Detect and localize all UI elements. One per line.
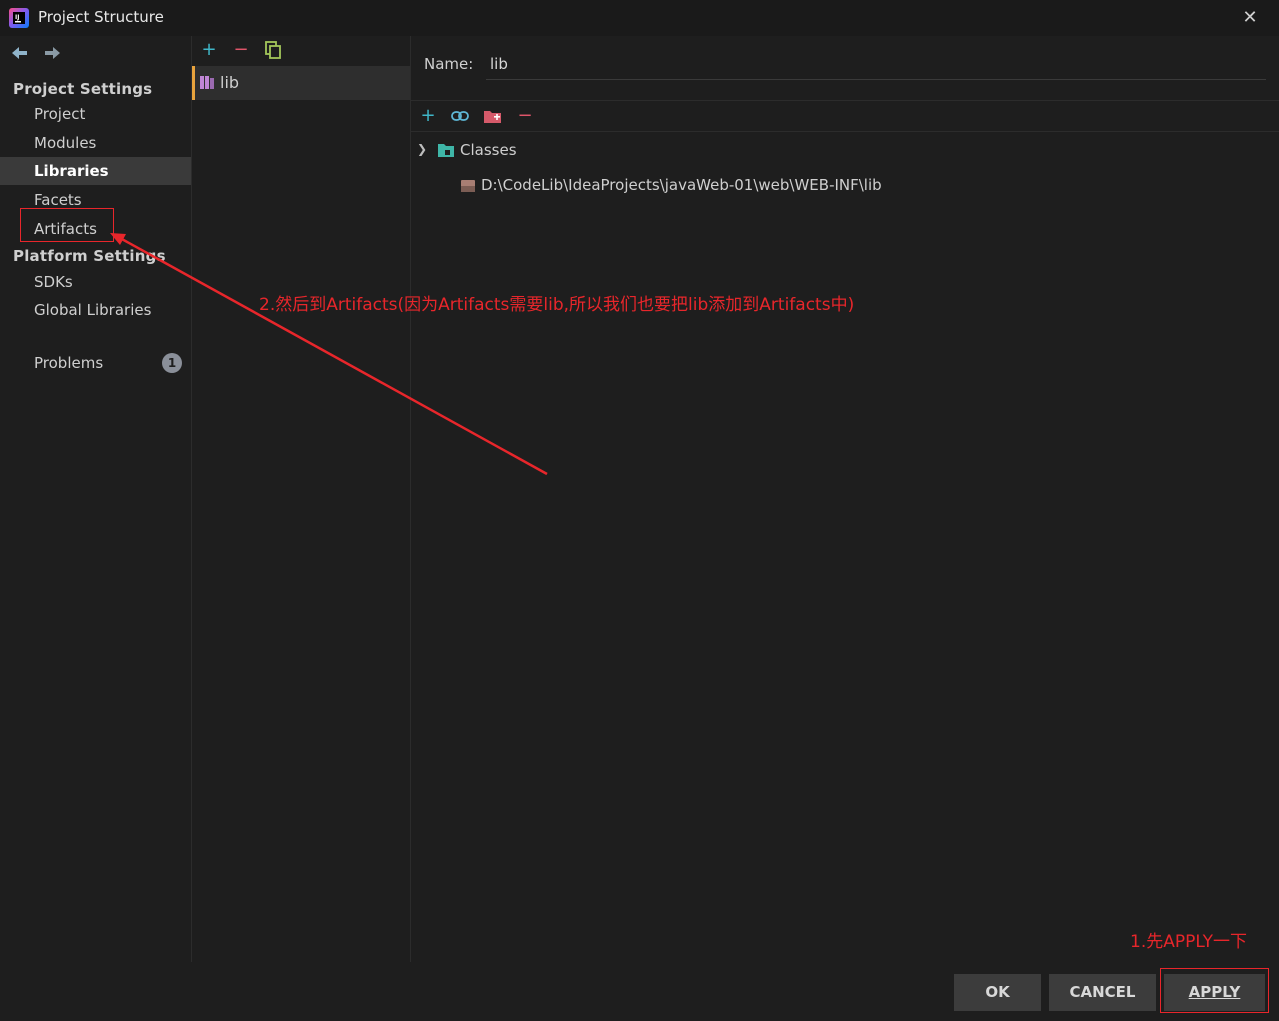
- annotation-step-2: 2.然后到Artifacts(因为Artifacts需要lib,所以我们也要把l…: [259, 295, 855, 315]
- copy-icon[interactable]: [262, 39, 284, 61]
- add-icon[interactable]: +: [198, 39, 220, 61]
- sidebar-item-libraries[interactable]: Libraries: [0, 157, 191, 185]
- chevron-down-icon[interactable]: ❯: [417, 142, 427, 156]
- jar-directory-icon: [461, 180, 475, 192]
- sidebar-item-sdks[interactable]: SDKs: [0, 268, 191, 296]
- library-row-lib[interactable]: lib: [192, 66, 410, 100]
- back-arrow-icon[interactable]: [10, 44, 30, 62]
- library-icon: [200, 76, 214, 89]
- classes-folder-icon: [438, 144, 454, 157]
- classes-node-label[interactable]: Classes: [460, 141, 517, 159]
- add-root-icon[interactable]: +: [417, 105, 439, 127]
- library-list-panel: + − lib: [192, 36, 410, 962]
- project-settings-header: Project Settings: [13, 80, 153, 98]
- window-title: Project Structure: [38, 8, 164, 26]
- add-folder-icon[interactable]: [482, 105, 504, 127]
- annotation-step-1: 1.先APPLY一下: [1130, 932, 1247, 952]
- sidebar-item-modules[interactable]: Modules: [0, 129, 191, 157]
- name-input[interactable]: [486, 48, 1266, 80]
- class-path-entry[interactable]: D:\CodeLib\IdeaProjects\javaWeb-01\web\W…: [481, 176, 882, 194]
- svg-text:IJ: IJ: [15, 14, 19, 21]
- library-detail-panel: Name: + − ❯ Classes D:\CodeLib\IdeaProje…: [411, 36, 1279, 962]
- title-bar: IJ Project Structure ✕: [0, 0, 1279, 36]
- sidebar: Project Settings Project Modules Librari…: [0, 36, 191, 962]
- platform-settings-header: Platform Settings: [13, 247, 166, 265]
- cancel-button[interactable]: CANCEL: [1049, 974, 1156, 1011]
- apply-button[interactable]: APPLY: [1164, 974, 1265, 1011]
- link-icon[interactable]: [449, 105, 471, 127]
- problems-count-badge: 1: [162, 353, 182, 373]
- remove-icon[interactable]: −: [230, 39, 252, 61]
- close-icon[interactable]: ✕: [1238, 6, 1262, 30]
- name-label: Name:: [424, 55, 474, 73]
- ok-button[interactable]: OK: [954, 974, 1041, 1011]
- artifacts-highlight-box: [20, 208, 114, 242]
- sidebar-item-global-libraries[interactable]: Global Libraries: [0, 296, 191, 324]
- divider: [411, 100, 1279, 101]
- remove-root-icon[interactable]: −: [514, 105, 536, 127]
- sidebar-item-project[interactable]: Project: [0, 100, 191, 128]
- library-label: lib: [220, 73, 240, 92]
- forward-arrow-icon[interactable]: [42, 44, 62, 62]
- divider: [411, 131, 1279, 132]
- intellij-app-icon: IJ: [9, 8, 29, 28]
